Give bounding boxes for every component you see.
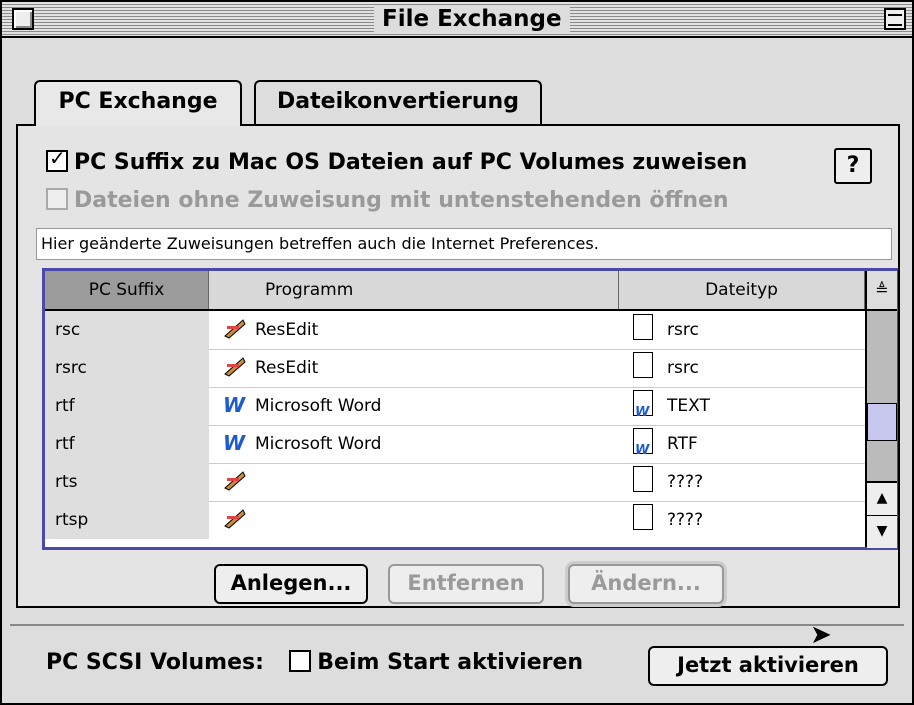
cell-suffix: rtf <box>45 425 209 463</box>
column-header-dateityp[interactable]: Dateityp <box>619 271 865 309</box>
scroll-top-icon[interactable]: ≜ <box>867 271 897 311</box>
word-icon: W <box>223 392 247 417</box>
file-exchange-window: File Exchange PC Exchange Dateikonvertie… <box>0 0 914 705</box>
program-name: Microsoft Word <box>255 396 382 416</box>
remove-button: Entfernen <box>388 564 544 604</box>
type-code: ???? <box>667 472 704 492</box>
zoom-box[interactable] <box>884 8 906 30</box>
table-row[interactable]: rtf W Microsoft Word RTF <box>45 425 865 470</box>
open-unassigned-option: Dateien ohne Zuweisung mit untenstehende… <box>46 188 729 213</box>
assign-suffix-label: PC Suffix zu Mac OS Dateien auf PC Volum… <box>74 150 748 175</box>
type-code: rsrc <box>667 358 699 378</box>
vertical-scrollbar[interactable]: ≜ ▲ ▼ <box>865 271 897 548</box>
table-row[interactable]: rtf W Microsoft Word TEXT <box>45 387 865 432</box>
type-code: rsrc <box>667 320 699 340</box>
scsi-volumes-row: PC SCSI Volumes: Beim Start aktivieren <box>46 650 583 675</box>
cell-program <box>209 463 619 501</box>
scsi-volumes-label: PC SCSI Volumes: <box>46 650 264 675</box>
change-button: Ändern... <box>568 564 724 604</box>
cell-type: ???? <box>619 501 865 539</box>
tab-dateikonvertierung[interactable]: Dateikonvertierung <box>254 80 542 124</box>
resedit-icon <box>223 316 247 340</box>
type-code: TEXT <box>667 396 710 416</box>
cell-type: rsrc <box>619 311 865 349</box>
word-icon: W <box>223 430 247 455</box>
assign-suffix-option[interactable]: PC Suffix zu Mac OS Dateien auf PC Volum… <box>46 146 748 175</box>
cell-suffix: rtf <box>45 387 209 425</box>
tab-pc-exchange[interactable]: PC Exchange <box>34 80 242 126</box>
help-button[interactable]: ? <box>834 148 872 184</box>
column-header-pc-suffix[interactable]: PC Suffix <box>45 271 209 309</box>
info-note: Hier geänderte Zuweisungen betreffen auc… <box>36 228 892 260</box>
program-name: ResEdit <box>255 358 319 378</box>
activate-now-button[interactable]: Jetzt aktivieren <box>648 646 888 686</box>
assign-suffix-checkbox[interactable] <box>46 146 68 172</box>
document-icon <box>633 314 653 340</box>
word-document-icon <box>633 428 653 470</box>
cell-suffix: rtsp <box>45 501 209 539</box>
table-row[interactable]: rsc ResEdit rsrc <box>45 311 865 350</box>
cell-program: ResEdit <box>209 349 619 387</box>
open-unassigned-checkbox <box>46 188 68 210</box>
cell-program: W Microsoft Word <box>209 425 619 463</box>
window-title: File Exchange <box>374 5 570 33</box>
program-name: Microsoft Word <box>255 434 382 454</box>
document-icon <box>633 466 653 492</box>
table-header: PC Suffix Programm Dateityp <box>45 271 865 311</box>
document-icon <box>633 352 653 378</box>
cell-type: RTF <box>619 425 865 470</box>
scroll-down-arrow-icon[interactable]: ▼ <box>867 515 897 548</box>
resedit-icon <box>223 468 247 492</box>
word-document-icon <box>633 390 653 432</box>
cell-suffix: rsc <box>45 311 209 349</box>
mouse-pointer-icon: ➤ <box>810 620 832 650</box>
suffix-mapping-table[interactable]: PC Suffix Programm Dateityp rsc ResEdit … <box>42 268 898 550</box>
column-header-programm[interactable]: Programm <box>209 271 619 309</box>
cell-program: ResEdit <box>209 311 619 349</box>
scroll-thumb[interactable] <box>867 403 897 441</box>
document-icon <box>633 504 653 530</box>
type-code: RTF <box>667 434 698 454</box>
resedit-icon <box>223 354 247 378</box>
table-row[interactable]: rtsp ???? <box>45 501 865 539</box>
title-bar[interactable]: File Exchange <box>2 2 912 38</box>
svg-text:W: W <box>223 431 246 454</box>
cell-type: TEXT <box>619 387 865 432</box>
activate-at-startup-checkbox[interactable] <box>289 650 312 672</box>
table-row[interactable]: rsrc ResEdit rsrc <box>45 349 865 388</box>
cell-program: W Microsoft Word <box>209 387 619 425</box>
table-row[interactable]: rts ???? <box>45 463 865 502</box>
cell-type: ???? <box>619 463 865 501</box>
cell-suffix: rts <box>45 463 209 501</box>
open-unassigned-label: Dateien ohne Zuweisung mit untenstehende… <box>74 188 729 213</box>
svg-text:W: W <box>223 393 246 416</box>
cell-program <box>209 501 619 539</box>
activate-at-startup-label[interactable]: Beim Start aktivieren <box>317 650 583 675</box>
type-code: ???? <box>667 510 704 530</box>
cell-suffix: rsrc <box>45 349 209 387</box>
separator <box>10 624 904 626</box>
resedit-icon <box>223 506 247 530</box>
close-box[interactable] <box>12 8 34 30</box>
cell-type: rsrc <box>619 349 865 387</box>
program-name: ResEdit <box>255 320 319 340</box>
scroll-up-arrow-icon[interactable]: ▲ <box>867 481 897 515</box>
add-button[interactable]: Anlegen... <box>214 564 368 604</box>
